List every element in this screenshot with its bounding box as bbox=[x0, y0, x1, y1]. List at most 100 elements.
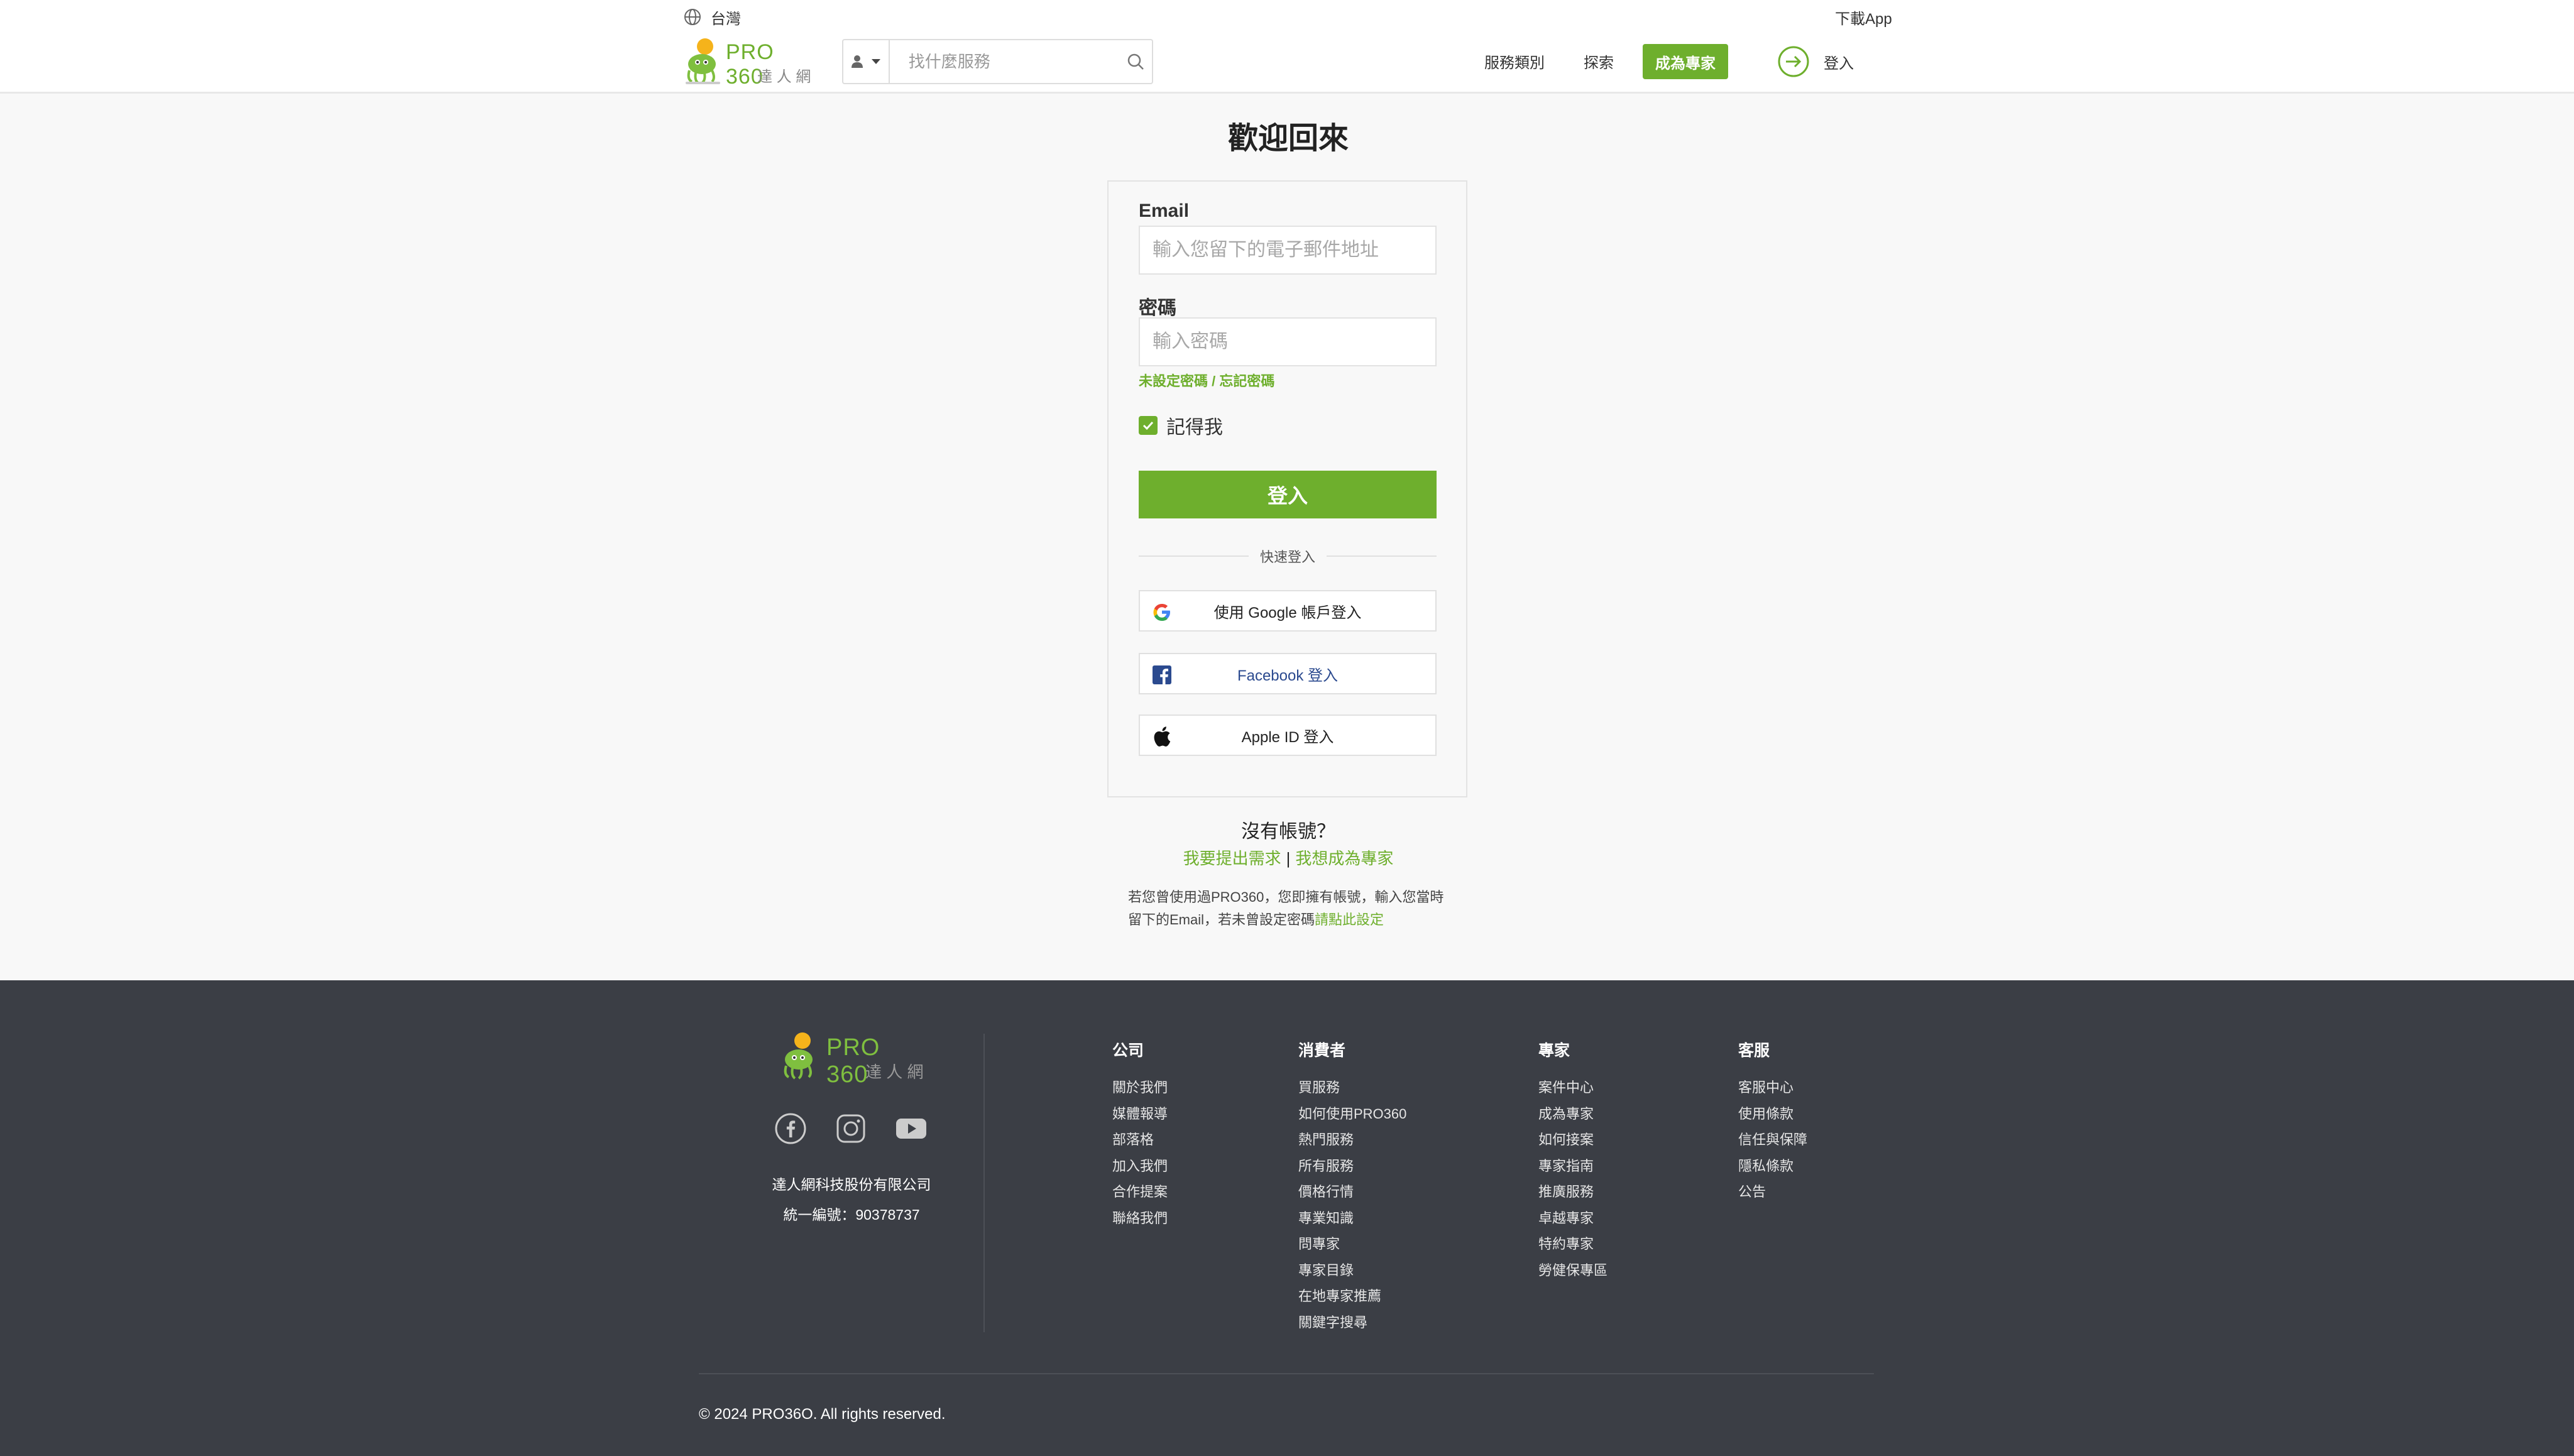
password-field[interactable] bbox=[1139, 317, 1437, 366]
footer-link-local-experts[interactable]: 在地專家推薦 bbox=[1298, 1286, 1406, 1312]
password-label: 密碼 bbox=[1139, 298, 1176, 319]
site-footer: PRO 360 達 人 網 達人網科技股份有限公司 統一編號：90378737 … bbox=[0, 980, 2574, 1456]
role-dropdown[interactable] bbox=[843, 40, 890, 83]
divider-line bbox=[1139, 556, 1249, 557]
footer-link-popular-services[interactable]: 熱門服務 bbox=[1298, 1129, 1406, 1156]
footer-link-prices[interactable]: 價格行情 bbox=[1298, 1181, 1406, 1208]
google-icon bbox=[1151, 601, 1173, 623]
google-login-button[interactable]: 使用 Google 帳戶登入 bbox=[1139, 590, 1437, 632]
footer-col-pro: 專家 案件中心 成為專家 如何接案 專家指南 推廣服務 卓越專家 特約專家 勞健… bbox=[1538, 1038, 1607, 1286]
footer-link-contract-pros[interactable]: 特約專家 bbox=[1538, 1234, 1607, 1260]
footer-link-top-pros[interactable]: 卓越專家 bbox=[1538, 1208, 1607, 1234]
site-header: 台灣 下載App PRO 360 達 人 網 找什麼服務 服務類別 探索 成為專… bbox=[0, 0, 2574, 94]
footer-link-how-to-get-jobs[interactable]: 如何接案 bbox=[1538, 1129, 1607, 1156]
footer-col-title: 消費者 bbox=[1298, 1042, 1346, 1059]
nav-explore[interactable]: 探索 bbox=[1584, 50, 1614, 72]
pro360-logo[interactable]: PRO 360 達 人 網 bbox=[683, 35, 816, 89]
footer-link-blog[interactable]: 部落格 bbox=[1112, 1129, 1168, 1156]
footer-col-title: 客服 bbox=[1738, 1042, 1770, 1059]
company-name: 達人網科技股份有限公司 bbox=[772, 1176, 931, 1193]
no-account-heading: 沒有帳號？ bbox=[1241, 821, 1335, 842]
globe-icon bbox=[684, 9, 701, 25]
footer-link-keyword-search[interactable]: 關鍵字搜尋 bbox=[1298, 1312, 1406, 1338]
page-title: 歡迎回來 bbox=[1227, 122, 1349, 155]
remember-me-checkbox[interactable] bbox=[1139, 416, 1158, 435]
signup-links: 我要提出需求 | 我想成為專家 bbox=[1068, 846, 1508, 869]
checkmark-icon bbox=[1142, 421, 1154, 430]
note-text: 若您曾使用過PRO360，您即擁有帳號，輸入您當時留下的Email，若未曾設定密… bbox=[1128, 889, 1444, 928]
footer-link-become-pro[interactable]: 成為專家 bbox=[1538, 1103, 1607, 1130]
footer-col-company: 公司 關於我們 媒體報導 部落格 加入我們 合作提案 聯絡我們 bbox=[1112, 1038, 1168, 1234]
copyright: © 2024 PRO36O. All rights reserved. bbox=[699, 1406, 946, 1423]
logo-subtitle: 達 人 網 bbox=[757, 68, 811, 85]
signup-request-link[interactable]: 我要提出需求 bbox=[1183, 849, 1281, 868]
login-form: Email 密碼 未設定密碼 / 忘記密碼 記得我 登入 快速登入 使用 Goo… bbox=[1107, 180, 1467, 797]
header-login-label: 登入 bbox=[1824, 55, 1854, 72]
email-label: Email bbox=[1139, 200, 1190, 221]
forgot-password-link[interactable]: 未設定密碼 / 忘記密碼 bbox=[1139, 370, 1274, 390]
facebook-login-button[interactable]: Facebook 登入 bbox=[1139, 653, 1437, 694]
footer-link-partnership[interactable]: 合作提案 bbox=[1112, 1181, 1168, 1208]
apple-icon bbox=[1151, 726, 1173, 747]
footer-link-privacy[interactable]: 隱私條款 bbox=[1738, 1156, 1807, 1182]
footer-link-announcements[interactable]: 公告 bbox=[1738, 1181, 1807, 1208]
footer-link-help-center[interactable]: 客服中心 bbox=[1738, 1077, 1807, 1103]
footer-link-buy-service[interactable]: 買服務 bbox=[1298, 1077, 1406, 1103]
footer-link-careers[interactable]: 加入我們 bbox=[1112, 1156, 1168, 1182]
footer-col-title: 公司 bbox=[1112, 1042, 1144, 1059]
apple-login-button[interactable]: Apple ID 登入 bbox=[1139, 714, 1437, 756]
youtube-icon[interactable] bbox=[895, 1112, 928, 1145]
remember-me-label: 記得我 bbox=[1166, 417, 1223, 438]
footer-link-insurance[interactable]: 勞健保專區 bbox=[1538, 1260, 1607, 1286]
facebook-login-label: Facebook 登入 bbox=[1237, 667, 1339, 684]
footer-link-about[interactable]: 關於我們 bbox=[1112, 1077, 1168, 1103]
footer-link-knowledge[interactable]: 專業知識 bbox=[1298, 1208, 1406, 1234]
footer-logo-subtitle: 達 人 網 bbox=[865, 1063, 924, 1081]
signup-separator: | bbox=[1286, 849, 1291, 868]
divider-line bbox=[1327, 556, 1437, 557]
footer-link-case-center[interactable]: 案件中心 bbox=[1538, 1077, 1607, 1103]
email-field[interactable] bbox=[1139, 226, 1437, 275]
footer-bottom-divider bbox=[699, 1373, 1874, 1374]
google-login-label: 使用 Google 帳戶登入 bbox=[1213, 604, 1362, 621]
footer-link-contact[interactable]: 聯絡我們 bbox=[1112, 1208, 1168, 1234]
login-button[interactable]: 登入 bbox=[1139, 471, 1437, 518]
footer-link-trust[interactable]: 信任與保障 bbox=[1738, 1129, 1807, 1156]
footer-link-pro-guide[interactable]: 專家指南 bbox=[1538, 1156, 1607, 1182]
search-input[interactable] bbox=[889, 40, 1119, 83]
remember-me[interactable]: 記得我 bbox=[1139, 412, 1223, 439]
facebook-icon[interactable] bbox=[774, 1112, 807, 1145]
footer-col-support: 客服 客服中心 使用條款 信任與保障 隱私條款 公告 bbox=[1738, 1038, 1807, 1208]
region-selector[interactable]: 台灣 bbox=[683, 6, 741, 28]
become-pro-button[interactable]: 成為專家 bbox=[1643, 44, 1728, 79]
set-password-link[interactable]: 請點此設定 bbox=[1315, 912, 1384, 928]
download-app-link[interactable]: 下載App bbox=[1835, 6, 1892, 28]
region-label: 台灣 bbox=[711, 10, 741, 28]
tax-id: 統一編號：90378737 bbox=[783, 1207, 920, 1223]
footer-col-title: 專家 bbox=[1538, 1042, 1570, 1059]
instagram-icon[interactable] bbox=[835, 1112, 867, 1145]
footer-link-expert-directory[interactable]: 專家目錄 bbox=[1298, 1260, 1406, 1286]
footer-logo[interactable]: PRO 360 達 人 網 bbox=[777, 1028, 928, 1088]
apple-login-label: Apple ID 登入 bbox=[1241, 728, 1334, 746]
footer-link-terms[interactable]: 使用條款 bbox=[1738, 1103, 1807, 1130]
facebook-icon bbox=[1151, 664, 1173, 686]
footer-link-ask-expert[interactable]: 問專家 bbox=[1298, 1234, 1406, 1260]
footer-link-how-to-use[interactable]: 如何使用PRO360 bbox=[1298, 1103, 1406, 1130]
footer-link-promotion[interactable]: 推廣服務 bbox=[1538, 1181, 1607, 1208]
user-icon bbox=[851, 55, 863, 68]
footer-social-links bbox=[774, 1112, 928, 1145]
login-arrow-icon bbox=[1778, 46, 1809, 77]
nav-service-categories[interactable]: 服務類別 bbox=[1484, 50, 1545, 72]
quick-login-divider: 快速登入 bbox=[1139, 546, 1437, 566]
caret-down-icon bbox=[871, 59, 880, 64]
signup-pro-link[interactable]: 我想成為專家 bbox=[1295, 849, 1393, 868]
quick-login-label: 快速登入 bbox=[1260, 549, 1316, 565]
search-icon bbox=[1127, 53, 1144, 70]
footer-link-media[interactable]: 媒體報導 bbox=[1112, 1103, 1168, 1130]
search-button[interactable] bbox=[1119, 53, 1152, 70]
footer-col-consumer: 消費者 買服務 如何使用PRO360 熱門服務 所有服務 價格行情 專業知識 問… bbox=[1298, 1038, 1406, 1338]
footer-link-all-services[interactable]: 所有服務 bbox=[1298, 1156, 1406, 1182]
search-bar bbox=[842, 39, 1153, 84]
header-login-link[interactable]: 登入 bbox=[1777, 45, 1854, 78]
